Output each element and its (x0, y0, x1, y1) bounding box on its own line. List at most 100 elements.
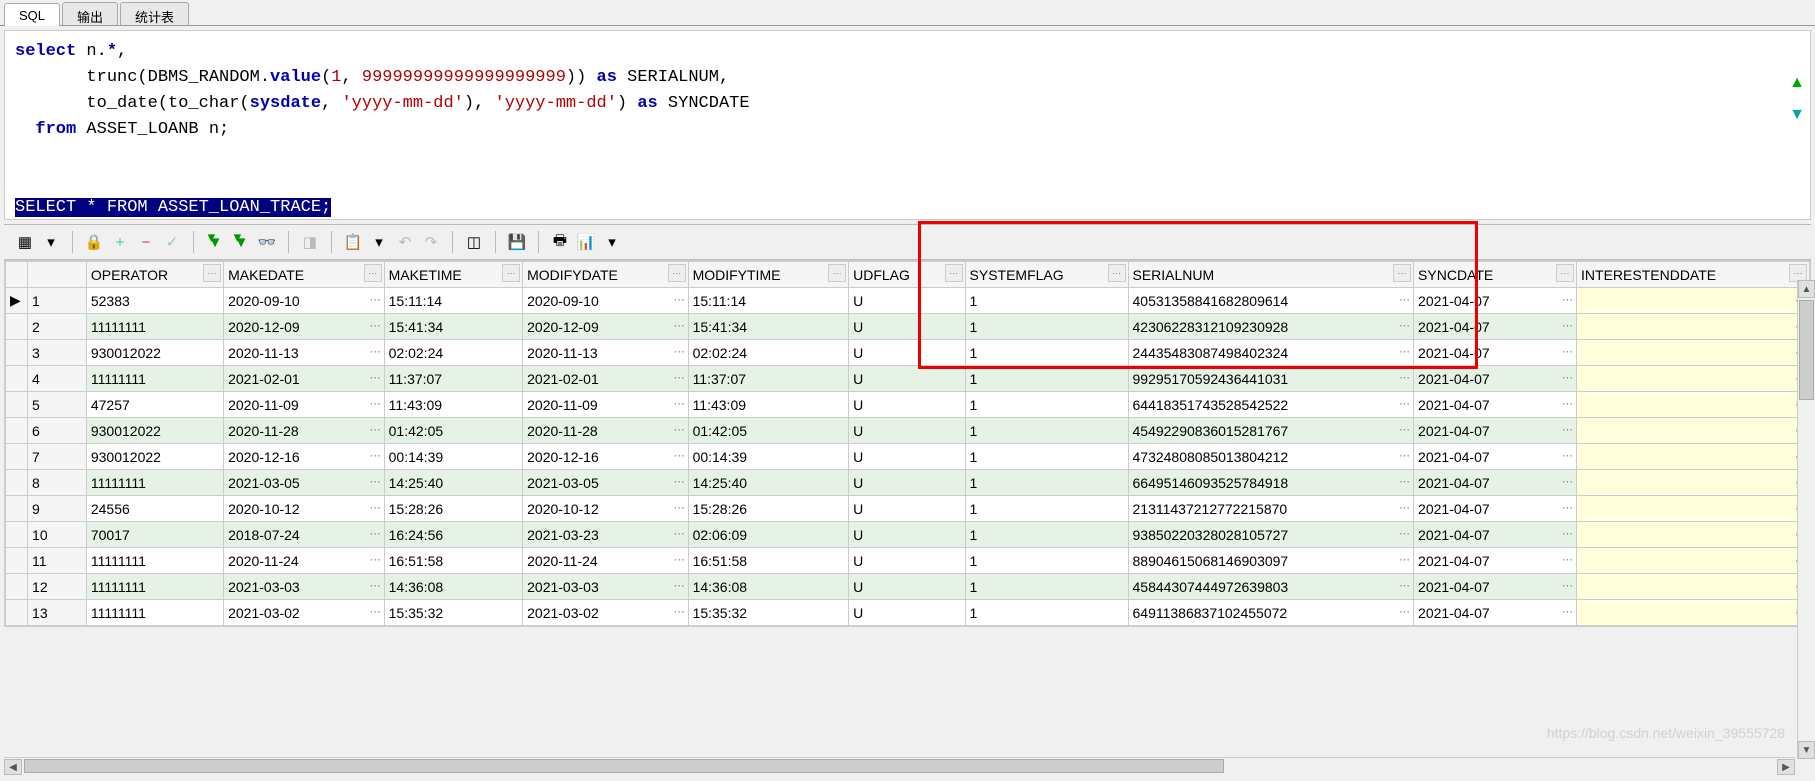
cell[interactable]: 2021-03-03⋯ (224, 574, 385, 600)
cell[interactable]: 1 (965, 548, 1128, 574)
cell-menu-icon[interactable]: ⋯ (1562, 527, 1572, 540)
sort-icon[interactable]: ⋯ (1556, 264, 1574, 282)
cell[interactable]: ⋯ (1577, 392, 1810, 418)
cell[interactable]: 11111111 (86, 574, 223, 600)
cell[interactable]: 99295170592436441031⋯ (1128, 366, 1414, 392)
cell[interactable]: 52383 (86, 288, 223, 314)
cell-menu-icon[interactable]: ⋯ (1562, 345, 1572, 358)
sort-icon[interactable]: ⋯ (828, 264, 846, 282)
scroll-left-button[interactable]: ◀ (4, 759, 22, 775)
cell-menu-icon[interactable]: ⋯ (370, 553, 380, 566)
cell[interactable]: 02:06:09 (688, 522, 849, 548)
cell[interactable]: 2020-09-10⋯ (523, 288, 688, 314)
cell[interactable]: 14:36:08 (384, 574, 522, 600)
cell[interactable]: 2021-03-03⋯ (523, 574, 688, 600)
binoculars-icon[interactable]: 👓 (256, 231, 278, 253)
cell[interactable]: 2020-11-28⋯ (523, 418, 688, 444)
cell-menu-icon[interactable]: ⋯ (1562, 579, 1572, 592)
cell[interactable]: 2020-10-12⋯ (224, 496, 385, 522)
table-row[interactable]: ▶1523832020-09-10⋯15:11:142020-09-10⋯15:… (6, 288, 1810, 314)
cell[interactable]: U (849, 366, 965, 392)
cell-menu-icon[interactable]: ⋯ (370, 475, 380, 488)
cell[interactable]: 42306228312109230928⋯ (1128, 314, 1414, 340)
tab-sql[interactable]: SQL (4, 3, 60, 26)
scroll-right-button[interactable]: ▶ (1777, 759, 1795, 775)
plus-icon[interactable]: + (109, 231, 131, 253)
cell[interactable]: 15:35:32 (384, 600, 522, 626)
cell[interactable]: ⋯ (1577, 288, 1810, 314)
cell[interactable]: 15:35:32 (688, 600, 849, 626)
cell-menu-icon[interactable]: ⋯ (1399, 345, 1409, 358)
check-icon[interactable]: ✓ (161, 231, 183, 253)
cell[interactable]: 21311437212772215870⋯ (1128, 496, 1414, 522)
cell[interactable]: 40531358841682809614⋯ (1128, 288, 1414, 314)
sql-editor[interactable]: select n.*, trunc(DBMS_RANDOM.value(1, 9… (4, 30, 1811, 220)
cell-menu-icon[interactable]: ⋯ (1399, 319, 1409, 332)
cell[interactable]: U (849, 574, 965, 600)
sort-icon[interactable]: ⋯ (1393, 264, 1411, 282)
cell[interactable]: 2021-02-01⋯ (523, 366, 688, 392)
cell[interactable]: 1 (965, 340, 1128, 366)
clip-drop-icon[interactable]: ▾ (368, 231, 390, 253)
cell[interactable]: 66495146093525784918⋯ (1128, 470, 1414, 496)
cell[interactable]: 2020-11-09⋯ (224, 392, 385, 418)
column-header-maketime[interactable]: MAKETIME⋯ (384, 262, 522, 288)
cell[interactable]: 14:25:40 (384, 470, 522, 496)
cell[interactable]: 01:42:05 (384, 418, 522, 444)
cell[interactable]: 2020-11-24⋯ (224, 548, 385, 574)
sort-icon[interactable]: ⋯ (668, 264, 686, 282)
column-header-syncdate[interactable]: SYNCDATE⋯ (1414, 262, 1577, 288)
print-icon[interactable]: 🖶 (549, 231, 571, 253)
scroll-down-icon[interactable]: ▼ (1789, 106, 1805, 124)
table-row[interactable]: 39300120222020-11-13⋯02:02:242020-11-13⋯… (6, 340, 1810, 366)
column-header-interestenddate[interactable]: INTERESTENDDATE⋯ (1577, 262, 1810, 288)
scroll-up-icon[interactable]: ▲ (1789, 74, 1805, 92)
table-row[interactable]: 8111111112021-03-05⋯14:25:402021-03-05⋯1… (6, 470, 1810, 496)
sort-icon[interactable]: ⋯ (945, 264, 963, 282)
cell[interactable]: 2020-12-16⋯ (224, 444, 385, 470)
cell[interactable]: 2020-11-24⋯ (523, 548, 688, 574)
cell[interactable]: 1 (965, 392, 1128, 418)
table-row[interactable]: 11111111112020-11-24⋯16:51:582020-11-24⋯… (6, 548, 1810, 574)
cell[interactable]: 2021-03-02⋯ (224, 600, 385, 626)
cell[interactable]: 2021-03-05⋯ (523, 470, 688, 496)
cell[interactable]: 2021-04-07⋯ (1414, 340, 1577, 366)
cell[interactable]: 2020-09-10⋯ (224, 288, 385, 314)
scroll-up-button[interactable]: ▲ (1798, 280, 1815, 298)
cell[interactable]: U (849, 522, 965, 548)
cell[interactable]: ⋯ (1577, 574, 1810, 600)
cell-menu-icon[interactable]: ⋯ (1562, 293, 1572, 306)
save-icon[interactable]: 💾 (506, 231, 528, 253)
cell[interactable]: 2021-04-07⋯ (1414, 522, 1577, 548)
column-header-modifydate[interactable]: MODIFYDATE⋯ (523, 262, 688, 288)
cell[interactable]: 11:37:07 (384, 366, 522, 392)
cell[interactable]: 00:14:39 (688, 444, 849, 470)
cell-menu-icon[interactable]: ⋯ (1399, 579, 1409, 592)
fetch-icon[interactable]: ▼▾ (204, 231, 226, 253)
cell[interactable]: 930012022 (86, 444, 223, 470)
cell-menu-icon[interactable]: ⋯ (674, 319, 684, 332)
cell[interactable]: 45492290836015281767⋯ (1128, 418, 1414, 444)
cell[interactable]: 2020-12-09⋯ (523, 314, 688, 340)
cell[interactable]: 930012022 (86, 340, 223, 366)
cell[interactable]: 02:02:24 (384, 340, 522, 366)
cell-menu-icon[interactable]: ⋯ (1399, 501, 1409, 514)
cell[interactable]: 2020-12-16⋯ (523, 444, 688, 470)
export-drop-icon[interactable]: ▾ (601, 231, 623, 253)
table-row[interactable]: 2111111112020-12-09⋯15:41:342020-12-09⋯1… (6, 314, 1810, 340)
cell[interactable]: 2021-03-23⋯ (523, 522, 688, 548)
cell-menu-icon[interactable]: ⋯ (674, 605, 684, 618)
cell[interactable]: ⋯ (1577, 366, 1810, 392)
cell-menu-icon[interactable]: ⋯ (1399, 397, 1409, 410)
cell[interactable]: 64418351743528542522⋯ (1128, 392, 1414, 418)
cell-menu-icon[interactable]: ⋯ (370, 397, 380, 410)
cell[interactable]: 11111111 (86, 314, 223, 340)
cell-menu-icon[interactable]: ⋯ (674, 345, 684, 358)
cell[interactable]: 11111111 (86, 600, 223, 626)
tab-output[interactable]: 输出 (62, 2, 118, 25)
cell[interactable]: 45844307444972639803⋯ (1128, 574, 1414, 600)
cell-menu-icon[interactable]: ⋯ (674, 527, 684, 540)
cell[interactable]: 2020-11-28⋯ (224, 418, 385, 444)
table-row[interactable]: 4111111112021-02-01⋯11:37:072021-02-01⋯1… (6, 366, 1810, 392)
cell[interactable]: 2021-04-07⋯ (1414, 314, 1577, 340)
